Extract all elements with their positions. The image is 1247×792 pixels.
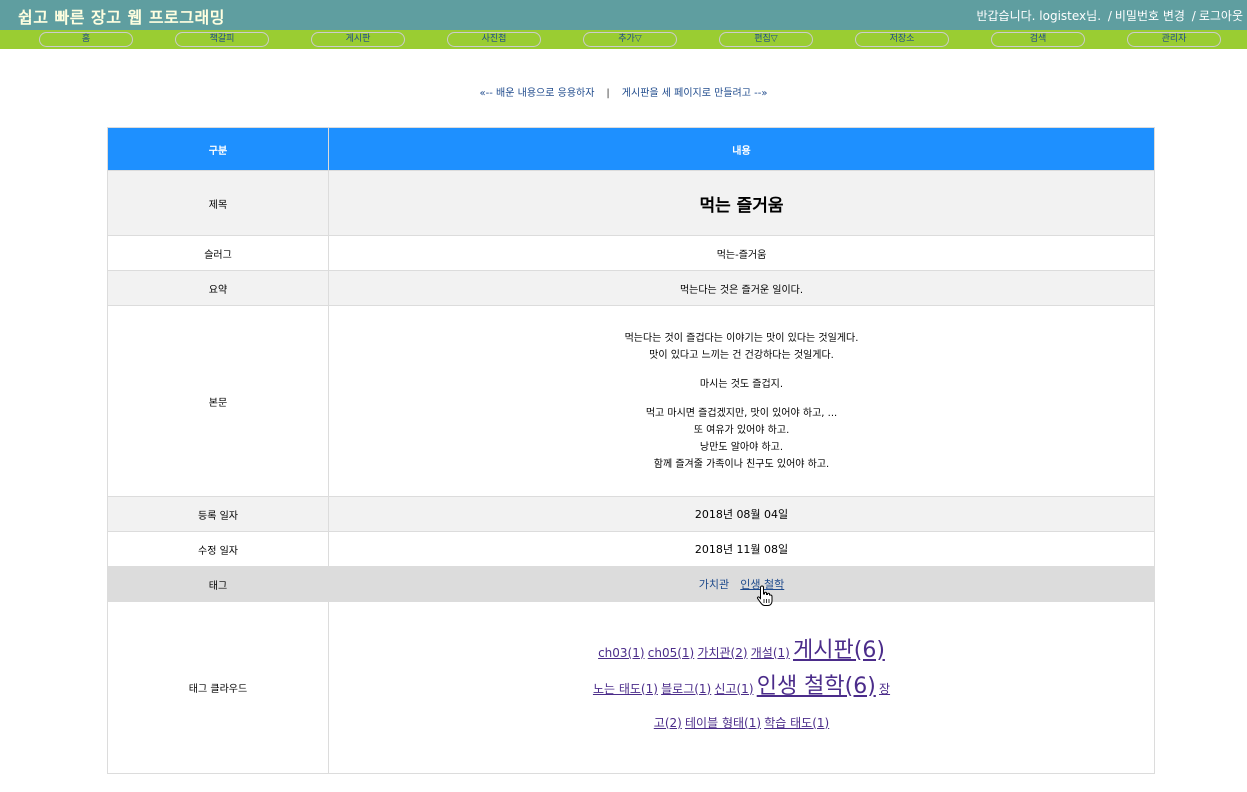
tag-cloud-link[interactable]: 게시판(6) xyxy=(793,638,885,663)
tag-cloud-cell: ch03(1) ch05(1) 가치관(2) 개설(1) 게시판(6) 노는 태… xyxy=(328,601,1155,774)
tag-cloud-link[interactable]: 노는 태도(1) xyxy=(593,682,658,696)
hand-pointer-icon xyxy=(756,585,773,606)
menu-archive[interactable]: 저장소 xyxy=(855,32,949,47)
body-line: 함께 즐겨줄 가족이나 친구도 있어야 하고. xyxy=(653,458,830,470)
body-line: 맛이 있다고 느끼는 건 건강하다는 것일게다. xyxy=(649,349,834,361)
tag-cloud-link[interactable]: 가치관(2) xyxy=(697,646,747,660)
body-line: 마시는 것도 즐겁지. xyxy=(699,378,784,390)
menu-board[interactable]: 게시판 xyxy=(311,32,405,47)
post-tags: 가치관 인생 철학 xyxy=(328,566,1155,602)
tag-cloud-link[interactable]: 신고(1) xyxy=(714,682,753,696)
row-label-slug: 슬러그 xyxy=(107,235,329,271)
body-line: 낭만도 알아야 하고. xyxy=(699,441,784,453)
tag-cloud-link[interactable]: ch03(1) xyxy=(598,646,644,660)
menu-bookmark[interactable]: 책갈피 xyxy=(175,32,269,47)
row-label-tag-cloud: 태그 클라우드 xyxy=(107,601,329,774)
site-title[interactable]: 쉽고 빠른 장고 웹 프로그래밍 xyxy=(18,4,225,28)
tag-cloud-link[interactable]: 개설(1) xyxy=(751,646,790,660)
greeting-text: 반갑습니다. logistex님. xyxy=(976,9,1102,23)
column-header-content: 내용 xyxy=(328,127,1155,171)
body-line: 먹고 마시면 즐겁겠지만, 맛이 있어야 하고, ... xyxy=(645,407,838,419)
change-password-link[interactable]: 비밀번호 변경 xyxy=(1115,9,1185,23)
column-header-label: 구분 xyxy=(107,127,329,171)
top-bar: 쉽고 빠른 장고 웹 프로그래밍 반갑습니다. logistex님. / 비밀번호… xyxy=(0,0,1247,30)
tag-cloud-link[interactable]: 학습 태도(1) xyxy=(764,716,829,730)
next-post-link[interactable]: 게시판을 세 페이지로 만들려고 --» xyxy=(622,88,768,99)
logout-link[interactable]: 로그아웃 xyxy=(1199,9,1243,23)
separator: / xyxy=(1107,9,1112,23)
post-slug: 먹는-즐거움 xyxy=(328,235,1155,271)
body-line: 또 여유가 있어야 하고. xyxy=(693,424,790,436)
post-modified-date: 2018년 11월 08일 xyxy=(328,531,1155,567)
post-summary: 먹는다는 것은 즐거운 일이다. xyxy=(328,270,1155,306)
row-label-summary: 요약 xyxy=(107,270,329,306)
row-label-modified: 수정 일자 xyxy=(107,531,329,567)
tag-cloud-link[interactable]: ch05(1) xyxy=(648,646,694,660)
main-menu: 홈 책갈피 게시판 사진첩 추가▽ 편집▽ 저장소 검색 관리자 xyxy=(0,30,1247,49)
post-title: 먹는 즐거움 xyxy=(328,170,1155,236)
menu-edit-dropdown[interactable]: 편집▽ xyxy=(719,32,813,47)
separator: / xyxy=(1191,9,1196,23)
row-label-tags: 태그 xyxy=(107,566,329,602)
menu-add-dropdown[interactable]: 추가▽ xyxy=(583,32,677,47)
tag-link[interactable]: 가치관 xyxy=(699,578,729,591)
tag-cloud-link[interactable]: 테이블 형태(1) xyxy=(685,716,761,730)
pager-divider: | xyxy=(606,88,610,99)
tag-cloud-link[interactable]: 블로그(1) xyxy=(661,682,711,696)
user-area: 반갑습니다. logistex님. / 비밀번호 변경 / 로그아웃 xyxy=(976,7,1243,24)
row-label-body: 본문 xyxy=(107,305,329,497)
row-label-title: 제목 xyxy=(107,170,329,236)
post-body: 먹는다는 것이 즐겁다는 이야기는 맛이 있다는 것일게다. 맛이 있다고 느끼… xyxy=(328,305,1155,497)
menu-home[interactable]: 홈 xyxy=(39,32,133,47)
menu-admin[interactable]: 관리자 xyxy=(1127,32,1221,47)
post-created-date: 2018년 08월 04일 xyxy=(328,496,1155,532)
tag-cloud-link[interactable]: 인생 철학(6) xyxy=(757,674,876,699)
body-line: 먹는다는 것이 즐겁다는 이야기는 맛이 있다는 것일게다. xyxy=(624,332,859,344)
post-pager: «-- 배운 내용으로 응용하자 | 게시판을 세 페이지로 만들려고 --» xyxy=(0,84,1247,99)
post-detail-table: 구분 내용 제목 먹는 즐거움 슬러그 먹는-즐거움 요약 먹는다는 것은 즐거… xyxy=(107,127,1155,774)
menu-photo[interactable]: 사진첩 xyxy=(447,32,541,47)
tag-cloud: ch03(1) ch05(1) 가치관(2) 개설(1) 게시판(6) 노는 태… xyxy=(592,635,892,741)
menu-search[interactable]: 검색 xyxy=(991,32,1085,47)
prev-post-link[interactable]: «-- 배운 내용으로 응용하자 xyxy=(480,88,595,99)
row-label-created: 등록 일자 xyxy=(107,496,329,532)
